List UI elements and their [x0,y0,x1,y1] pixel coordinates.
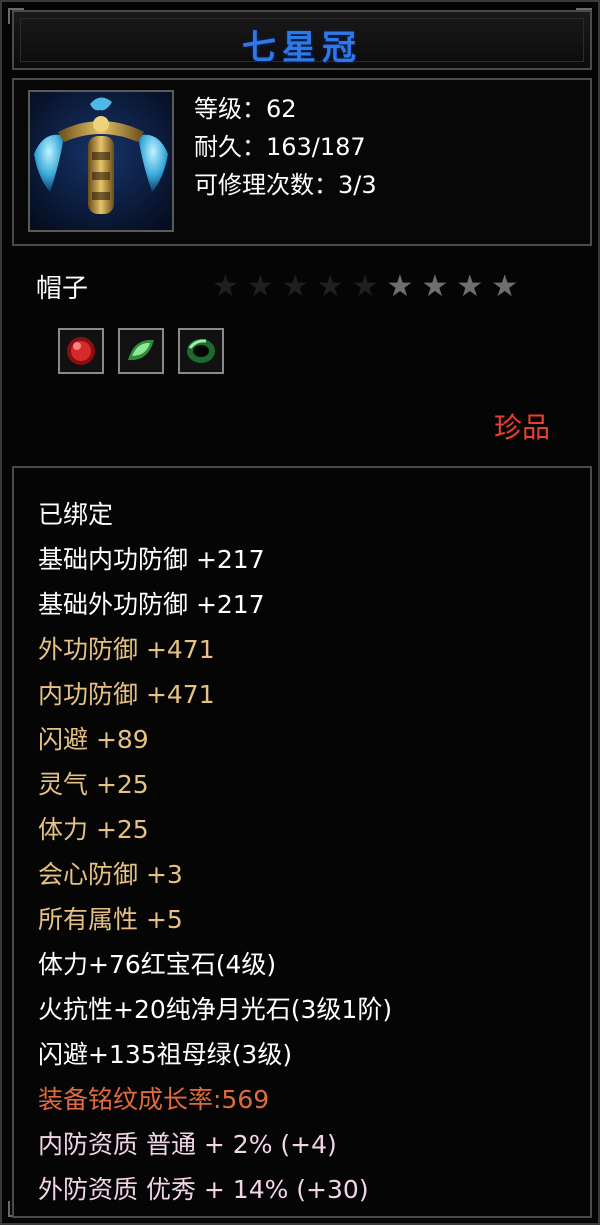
gem-slot[interactable] [118,328,164,374]
star-empty-icon: ★ [246,269,274,304]
star-empty-icon: ★ [212,269,239,304]
attribute-line: 闪避+135祖母绿(3级) [38,1040,293,1069]
durability-text: 耐久：163/187 [194,133,366,161]
title-bar: 七星冠 [12,10,592,70]
repair-count-text: 可修理次数：3/3 [194,171,377,199]
attribute-panel: 已绑定基础内功防御 +217 基础外功防御 +217 外功防御 +471 内功防御 +… [12,466,592,1218]
star-empty-icon: ★ [351,269,379,304]
item-name: 七星冠 [242,28,362,68]
star-filled-icon: ★ [386,269,414,304]
attribute-line: 闪避 +89 [38,725,149,754]
star-empty-icon: ★ [281,269,309,304]
attribute-line: 火抗性+20纯净月光石(3级1阶) [38,995,393,1024]
attribute-line: 基础内功防御 +217 [38,545,265,574]
attribute-line: 外功防御 +471 [38,635,215,664]
attribute-line: 外防资质 优秀 + 14% (+30) [38,1175,369,1204]
attribute-list: 已绑定基础内功防御 +217 基础外功防御 +217 外功防御 +471 内功防御 +… [38,492,392,1212]
attribute-line: 装备铭纹成长率:569 [38,1085,270,1114]
item-tooltip: 七星冠 等级：62 耐久：163/187 可修理次数：3/3 帽子 ★ ★ ★ … [0,0,600,1225]
attribute-line: 体力+76红宝石(4级) [38,950,277,979]
emerald-gem-icon [187,339,215,363]
ruby-gem-icon [67,337,95,365]
star-filled-icon: ★ [491,269,519,304]
star-filled-icon: ★ [421,269,449,304]
gem-sockets [58,328,224,374]
attribute-line: 内防资质 普通 + 2% (+4) [38,1130,337,1159]
moonstone-gem-icon [128,339,154,361]
attribute-line: 所有属性 +5 [38,905,183,934]
gem-slot[interactable] [178,328,224,374]
star-filled-icon: ★ [456,269,484,304]
attribute-line: 会心防御 +3 [38,860,183,889]
attribute-line: 已绑定 [38,500,114,529]
item-header: 等级：62 耐久：163/187 可修理次数：3/3 [12,78,592,246]
attribute-line: 内功防御 +471 [38,680,215,709]
enhance-stars: ★ ★ ★ ★ ★ ★ ★ ★ ★ [212,272,518,302]
attribute-line: 基础外功防御 +217 [38,590,265,619]
star-empty-icon: ★ [316,269,344,304]
helmet-icon [28,90,174,232]
attribute-line: 灵气 +25 [38,770,149,799]
rarity-label: 珍品 [493,411,550,444]
item-type: 帽子 [36,274,89,304]
item-stats: 等级：62 耐久：163/187 可修理次数：3/3 [194,90,377,204]
attribute-line: 体力 +25 [38,815,149,844]
level-text: 等级：62 [194,95,297,123]
gem-slot[interactable] [58,328,104,374]
